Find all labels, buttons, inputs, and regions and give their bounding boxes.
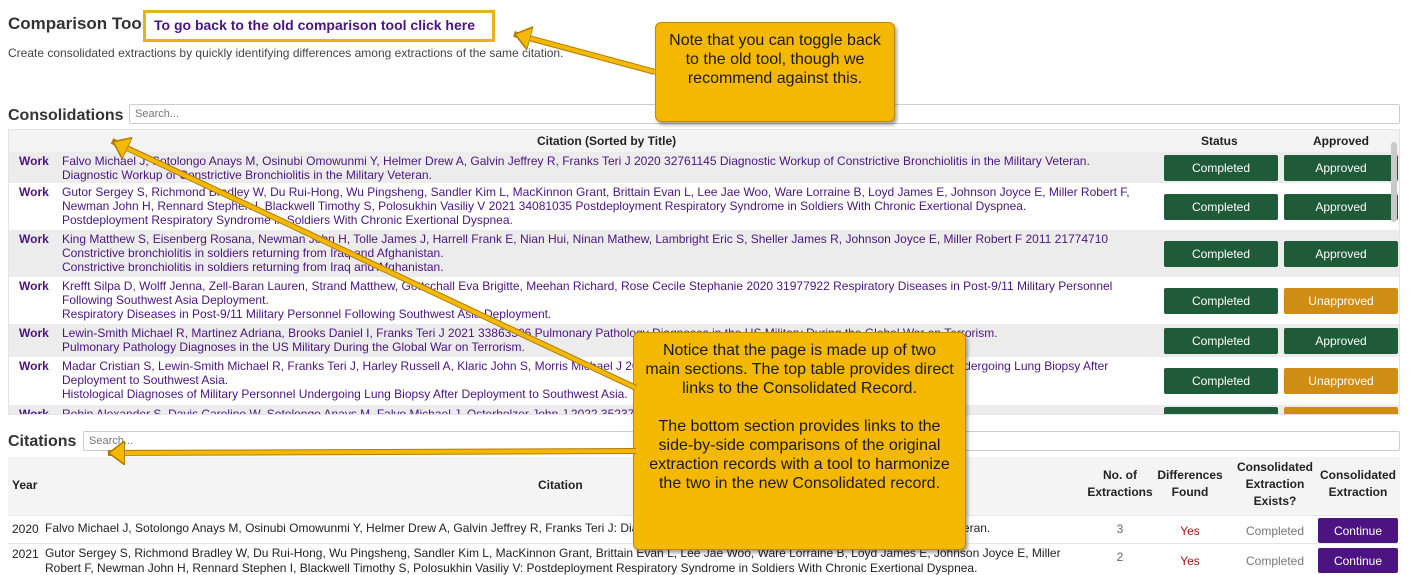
continue-button[interactable]: Continue <box>1318 518 1398 543</box>
column-citation[interactable]: Citation <box>538 477 583 494</box>
approval-button[interactable]: Approved <box>1284 155 1398 181</box>
toggle-note-callout: Note that you can toggle back to the old… <box>655 22 895 122</box>
citation-line: Constrictive bronchiolitis in soldiers r… <box>62 260 444 274</box>
status-button[interactable]: Completed <box>1164 368 1278 394</box>
approval-button[interactable]: Unapproved <box>1284 288 1398 314</box>
sections-note-text-1: Notice that the page is made up of two m… <box>645 342 954 397</box>
citation-line: Respiratory Diseases in Post-9/11 Milita… <box>62 307 552 321</box>
citation-line: Lewin-Smith Michael R, Martinez Adriana,… <box>62 326 998 340</box>
consolidations-title: Consolidations <box>8 107 124 124</box>
citation-line: Robert F, Newman John H, Rennard Stephen… <box>45 561 978 575</box>
citation-link[interactable]: Gutor Sergey S, Richmond Bradley W, Du R… <box>62 185 1152 227</box>
citation-link[interactable]: Rohin Alexander S, Davis Caroline W, Sot… <box>62 407 1152 415</box>
column-differences[interactable]: Differences Found <box>1155 467 1225 501</box>
citation-link[interactable]: King Matthew S, Eisenberg Rosana, Newman… <box>62 232 1152 274</box>
old-tool-link-box: To go back to the old comparison tool cl… <box>143 10 495 42</box>
continue-button[interactable]: Continue <box>1318 548 1398 573</box>
table-row: Work Krefft Silpa D, Wolff Jenna, Zell-Ba… <box>9 277 1399 324</box>
citations-title: Citations <box>8 433 77 450</box>
citation-line: Pulmonary Pathology Diagnoses in the US … <box>62 340 525 354</box>
sections-note-text-2: The bottom section provides links to the… <box>649 418 950 492</box>
citation-line: Rohin Alexander S, Davis Caroline W, Sot… <box>62 407 655 415</box>
approval-button[interactable]: Approved <box>1284 194 1398 220</box>
work-link[interactable]: Work <box>19 326 49 340</box>
status-button[interactable]: Completed <box>1164 288 1278 314</box>
arrow-to-citations <box>107 448 637 456</box>
citation-line: Histological Diagnoses of Military Perso… <box>62 387 628 401</box>
work-link[interactable]: Work <box>19 407 49 414</box>
approval-button[interactable]: Approved <box>1284 241 1398 267</box>
citation-year: 2021 <box>12 547 39 561</box>
citation-link[interactable]: Lewin-Smith Michael R, Martinez Adriana,… <box>62 326 1152 354</box>
citation-link[interactable]: Krefft Silpa D, Wolff Jenna, Zell-Baran … <box>62 279 1152 321</box>
citation-line: Deployment to Southwest Asia. <box>62 373 229 387</box>
table-row: Work King Matthew S, Eisenberg Rosana, Ne… <box>9 230 1399 277</box>
column-year[interactable]: Year <box>12 477 37 494</box>
work-link[interactable]: Work <box>19 279 49 293</box>
citation-line: Postdeployment Respiratory Syndrome in S… <box>62 213 513 227</box>
column-consolidated-exists[interactable]: Consolidated Extraction Exists? <box>1230 459 1320 510</box>
citation-line: Krefft Silpa D, Wolff Jenna, Zell-Baran … <box>62 279 1113 293</box>
column-num-extractions[interactable]: No. of Extractions <box>1085 467 1155 501</box>
status-button[interactable]: Completed <box>1164 155 1278 181</box>
work-link[interactable]: Work <box>19 359 49 373</box>
extractions-count: 2 <box>1116 550 1124 564</box>
table-row: Work Falvo Michael J, Sotolongo Anays M, … <box>9 152 1399 183</box>
citation-line: Following Southwest Asia Deployment. <box>62 293 269 307</box>
status-button[interactable]: Completed <box>1164 407 1278 414</box>
differences-found: Yes <box>1180 524 1200 538</box>
citation-line: Falvo Michael J, Sotolongo Anays M, Osin… <box>62 154 1090 168</box>
status-button[interactable]: Completed <box>1164 194 1278 220</box>
citation-line: Diagnostic Workup of Constrictive Bronch… <box>62 168 432 182</box>
citation-line: Madar Cristian S, Lewin-Smith Michael R,… <box>62 359 1109 373</box>
page-subtitle: Create consolidated extractions by quick… <box>8 46 564 60</box>
column-approved[interactable]: Approved <box>1313 134 1369 148</box>
work-link[interactable]: Work <box>19 185 49 199</box>
consolidations-table-header: Citation (Sorted by Title) Status Approv… <box>9 130 1399 152</box>
column-status[interactable]: Status <box>1201 134 1238 148</box>
old-tool-link[interactable]: To go back to the old comparison tool cl… <box>154 17 475 33</box>
citation-link[interactable]: Madar Cristian S, Lewin-Smith Michael R,… <box>62 359 1152 401</box>
table-row: Work Gutor Sergey S, Richmond Bradley W, … <box>9 183 1399 230</box>
scrollbar[interactable] <box>1391 142 1397 222</box>
page-title: Comparison Tool <box>8 14 147 33</box>
citation-text: Gutor Sergey S, Richmond Bradley W, Du R… <box>45 546 1075 575</box>
consolidated-exists-status: Completed <box>1245 554 1305 568</box>
work-link[interactable]: Work <box>19 154 49 168</box>
citation-line: Gutor Sergey S, Richmond Bradley W, Du R… <box>62 185 1130 199</box>
status-button[interactable]: Completed <box>1164 328 1278 354</box>
citation-line: King Matthew S, Eisenberg Rosana, Newman… <box>62 232 1109 246</box>
status-button[interactable]: Completed <box>1164 241 1278 267</box>
extractions-count: 3 <box>1116 522 1124 536</box>
column-citation[interactable]: Citation (Sorted by Title) <box>537 134 676 148</box>
citation-line: Constrictive bronchiolitis in soldiers r… <box>62 246 444 260</box>
approval-button[interactable]: Unapproved <box>1284 407 1398 414</box>
arrow-to-citations-fill <box>112 451 637 453</box>
sections-note-callout: Notice that the page is made up of two m… <box>633 332 966 550</box>
citation-link[interactable]: Falvo Michael J, Sotolongo Anays M, Osin… <box>62 154 1152 182</box>
approval-button[interactable]: Unapproved <box>1284 368 1398 394</box>
differences-found: Yes <box>1180 554 1200 568</box>
toggle-note-text: Note that you can toggle back to the old… <box>669 32 881 87</box>
consolidated-exists-status: Completed <box>1245 524 1305 538</box>
column-consolidated-extraction[interactable]: Consolidated Extraction <box>1316 467 1400 501</box>
citation-line: Newman John H, Rennard Stephen I, Blackw… <box>62 199 1027 213</box>
work-link[interactable]: Work <box>19 232 49 246</box>
citation-year: 2020 <box>12 522 39 536</box>
approval-button[interactable]: Approved <box>1284 328 1398 354</box>
